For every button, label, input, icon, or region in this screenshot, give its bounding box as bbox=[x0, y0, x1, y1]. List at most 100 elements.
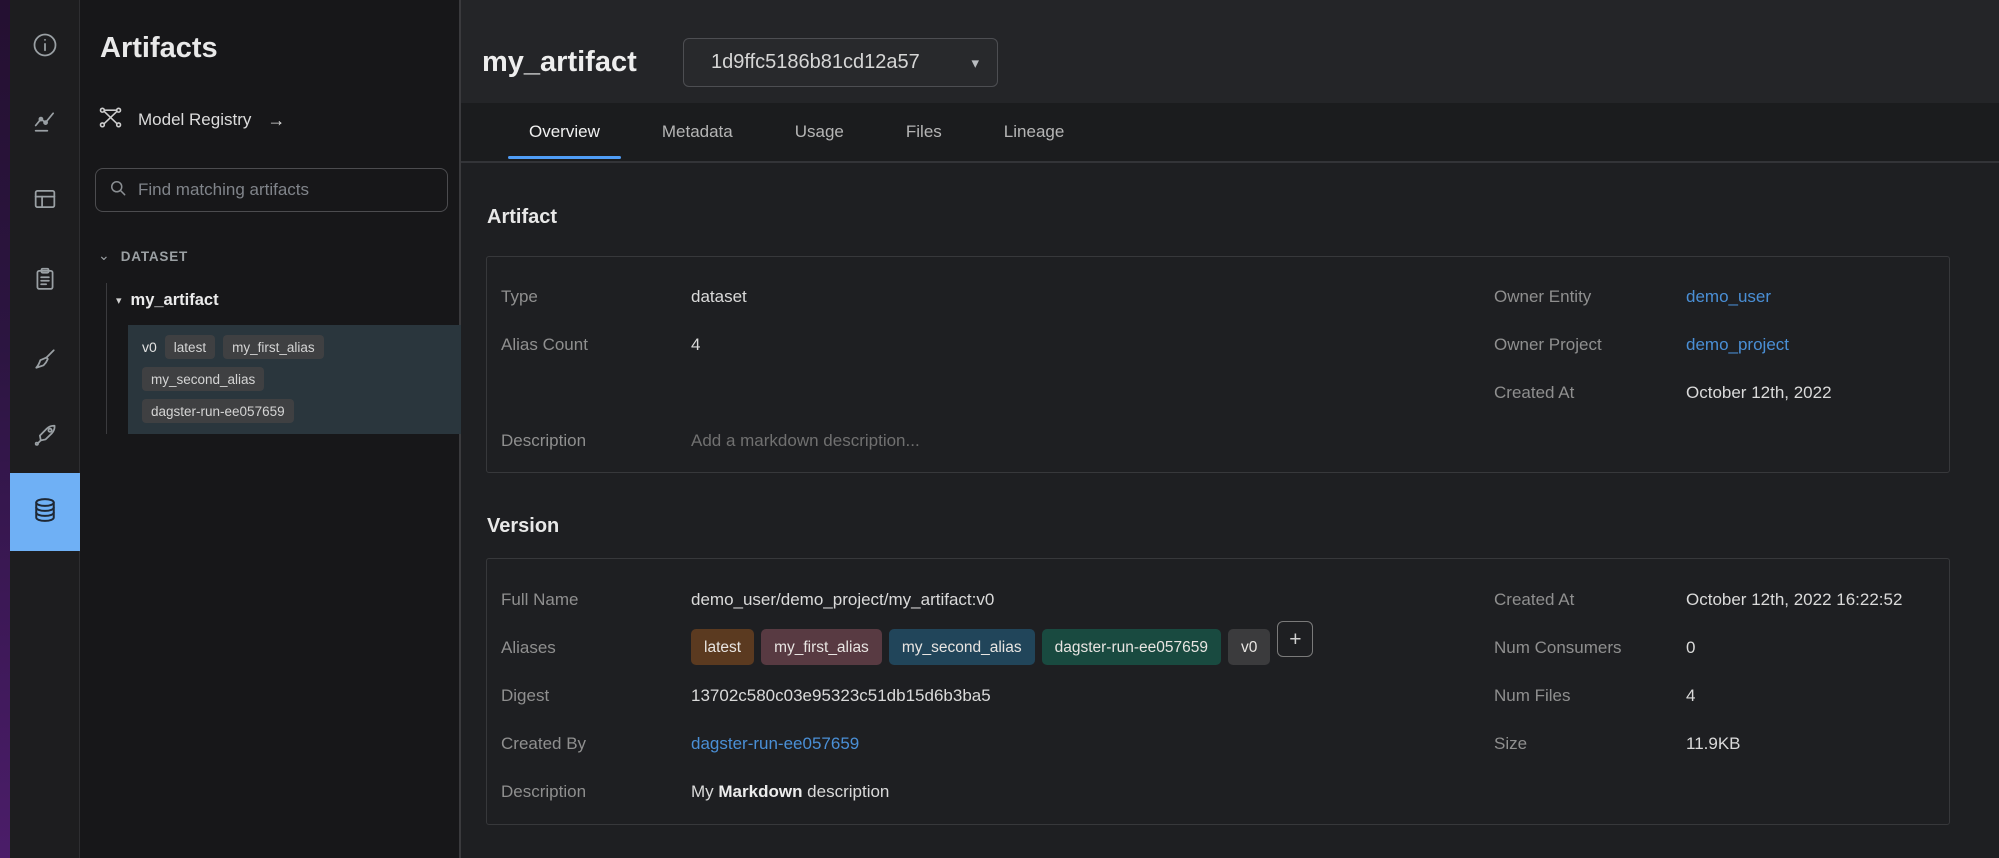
row-description: Description Add a markdown description..… bbox=[501, 430, 1494, 478]
alias-chip: my_second_alias bbox=[142, 367, 264, 391]
field-label: Size bbox=[1494, 733, 1686, 754]
sidebar-item-launch[interactable] bbox=[10, 408, 80, 466]
table-icon bbox=[31, 185, 59, 218]
field-value: dataset bbox=[691, 286, 747, 307]
field-value: October 12th, 2022 16:22:52 bbox=[1686, 589, 1902, 610]
tab-lineage[interactable]: Lineage bbox=[983, 103, 1086, 161]
alias-chip-my-second-alias[interactable]: my_second_alias bbox=[889, 629, 1035, 665]
field-label: Created By bbox=[501, 733, 691, 754]
alias-chip-my-first-alias[interactable]: my_first_alias bbox=[761, 629, 882, 665]
field-label: Full Name bbox=[501, 589, 691, 610]
row-aliases: Aliases latest my_first_alias my_second_… bbox=[501, 637, 1494, 685]
version-id: 1d9ffc5186b81cd12a57 bbox=[711, 51, 971, 74]
row-owner-project: Owner Project demo_project bbox=[1494, 334, 1949, 382]
description-text: description bbox=[802, 782, 889, 801]
description-bold-text: Markdown bbox=[718, 782, 802, 801]
artifact-section-title: Artifact bbox=[487, 206, 557, 229]
caret-down-icon: ▾ bbox=[116, 294, 122, 307]
artifact-header: my_artifact 1d9ffc5186b81cd12a57 ▾ bbox=[461, 0, 1999, 103]
tab-label: Files bbox=[906, 122, 942, 142]
artifact-details-box: Type dataset Alias Count 4 Description A… bbox=[486, 256, 1950, 473]
artifacts-sidebar: Artifacts Model Registry → ⌄ DATASET ▾ m… bbox=[80, 0, 461, 858]
row-size: Size 11.9KB bbox=[1494, 733, 1949, 781]
alias-chip-latest[interactable]: latest bbox=[691, 629, 754, 665]
broom-icon bbox=[31, 345, 59, 378]
alias-chip-list: latest my_first_alias my_second_alias da… bbox=[691, 629, 1313, 665]
tree-version-row-1: v0 latest my_first_alias bbox=[142, 331, 461, 363]
add-alias-button[interactable]: + bbox=[1277, 621, 1313, 657]
field-value: 13702c580c03e95323c51db15d6b3ba5 bbox=[691, 685, 991, 706]
sidebar-item-charts[interactable] bbox=[10, 95, 80, 153]
row-spacer bbox=[501, 382, 1494, 430]
row-created-by: Created By dagster-run-ee057659 bbox=[501, 733, 1494, 781]
field-label: Type bbox=[501, 286, 691, 307]
alias-chip-v0[interactable]: v0 bbox=[1228, 629, 1270, 665]
created-by-link[interactable]: dagster-run-ee057659 bbox=[691, 733, 859, 754]
sidebar-item-sweeps[interactable] bbox=[10, 332, 80, 390]
model-registry-label: Model Registry bbox=[138, 110, 251, 130]
sidebar-item-artifacts-active[interactable] bbox=[10, 473, 80, 551]
tab-label: Metadata bbox=[662, 122, 733, 142]
description-placeholder[interactable]: Add a markdown description... bbox=[691, 430, 920, 451]
chevron-down-icon: ⌄ bbox=[98, 250, 110, 260]
active-tab-underline bbox=[508, 156, 621, 159]
owner-project-link[interactable]: demo_project bbox=[1686, 334, 1789, 355]
caret-down-icon: ▾ bbox=[971, 54, 979, 72]
markdown-description: My Markdown description bbox=[691, 781, 889, 802]
field-value: 0 bbox=[1686, 637, 1695, 658]
field-label: Description bbox=[501, 781, 691, 802]
version-label: v0 bbox=[142, 339, 157, 355]
alias-chip: latest bbox=[165, 335, 215, 359]
version-left-column: Full Name demo_user/demo_project/my_arti… bbox=[487, 559, 1494, 824]
row-created-at: Created At October 12th, 2022 bbox=[1494, 382, 1949, 430]
search-input[interactable] bbox=[138, 180, 435, 200]
rocket-icon bbox=[31, 421, 59, 454]
tab-usage[interactable]: Usage bbox=[774, 103, 865, 161]
tab-overview[interactable]: Overview bbox=[508, 103, 621, 161]
field-label: Owner Project bbox=[1494, 334, 1686, 355]
sidebar-item-reports[interactable] bbox=[10, 252, 80, 310]
tab-metadata[interactable]: Metadata bbox=[641, 103, 754, 161]
row-type: Type dataset bbox=[501, 286, 1494, 334]
field-label: Description bbox=[501, 430, 691, 451]
tab-label: Usage bbox=[795, 122, 844, 142]
alias-chip-dagster-run[interactable]: dagster-run-ee057659 bbox=[1042, 629, 1221, 665]
owner-entity-link[interactable]: demo_user bbox=[1686, 286, 1771, 307]
field-label: Num Files bbox=[1494, 685, 1686, 706]
clipboard-icon bbox=[31, 265, 59, 298]
row-num-consumers: Num Consumers 0 bbox=[1494, 637, 1949, 685]
window-edge-strip bbox=[0, 0, 10, 858]
tab-files[interactable]: Files bbox=[885, 103, 963, 161]
tree-section-dataset[interactable]: ⌄ DATASET bbox=[98, 249, 188, 264]
description-text: My bbox=[691, 782, 718, 801]
field-label: Num Consumers bbox=[1494, 637, 1686, 658]
sidebar-item-info[interactable] bbox=[10, 18, 80, 76]
alias-chip: dagster-run-ee057659 bbox=[142, 399, 294, 423]
model-registry-icon bbox=[97, 104, 124, 136]
alias-chip: my_first_alias bbox=[223, 335, 324, 359]
version-section-title: Version bbox=[487, 515, 559, 538]
tree-node-label: my_artifact bbox=[131, 291, 219, 310]
sidebar-item-workspace[interactable] bbox=[10, 172, 80, 230]
field-label: Created At bbox=[1494, 382, 1686, 403]
field-label: Owner Entity bbox=[1494, 286, 1686, 307]
row-version-description: Description My Markdown description bbox=[501, 781, 1494, 829]
search-icon bbox=[108, 178, 128, 203]
tree-indent-guide bbox=[106, 283, 107, 434]
field-value: 11.9KB bbox=[1686, 733, 1741, 754]
tree-version-selected[interactable]: v0 latest my_first_alias my_second_alias… bbox=[128, 325, 461, 434]
row-digest: Digest 13702c580c03e95323c51db15d6b3ba5 bbox=[501, 685, 1494, 733]
version-selector-dropdown[interactable]: 1d9ffc5186b81cd12a57 ▾ bbox=[683, 38, 998, 87]
version-right-column: Created At October 12th, 2022 16:22:52 N… bbox=[1494, 559, 1949, 824]
field-label: Created At bbox=[1494, 589, 1686, 610]
tree-node-my-artifact[interactable]: ▾ my_artifact bbox=[116, 291, 219, 310]
sidebar-title: Artifacts bbox=[100, 32, 218, 65]
line-chart-icon bbox=[31, 108, 59, 141]
main-panel: my_artifact 1d9ffc5186b81cd12a57 ▾ Overv… bbox=[461, 0, 1999, 858]
row-num-files: Num Files 4 bbox=[1494, 685, 1949, 733]
overview-content: Artifact Type dataset Alias Count 4 Desc… bbox=[461, 163, 1999, 858]
icon-rail bbox=[10, 0, 80, 858]
artifact-search-box[interactable] bbox=[95, 168, 448, 212]
field-value: demo_user/demo_project/my_artifact:v0 bbox=[691, 589, 994, 610]
model-registry-link[interactable]: Model Registry → bbox=[97, 104, 285, 136]
